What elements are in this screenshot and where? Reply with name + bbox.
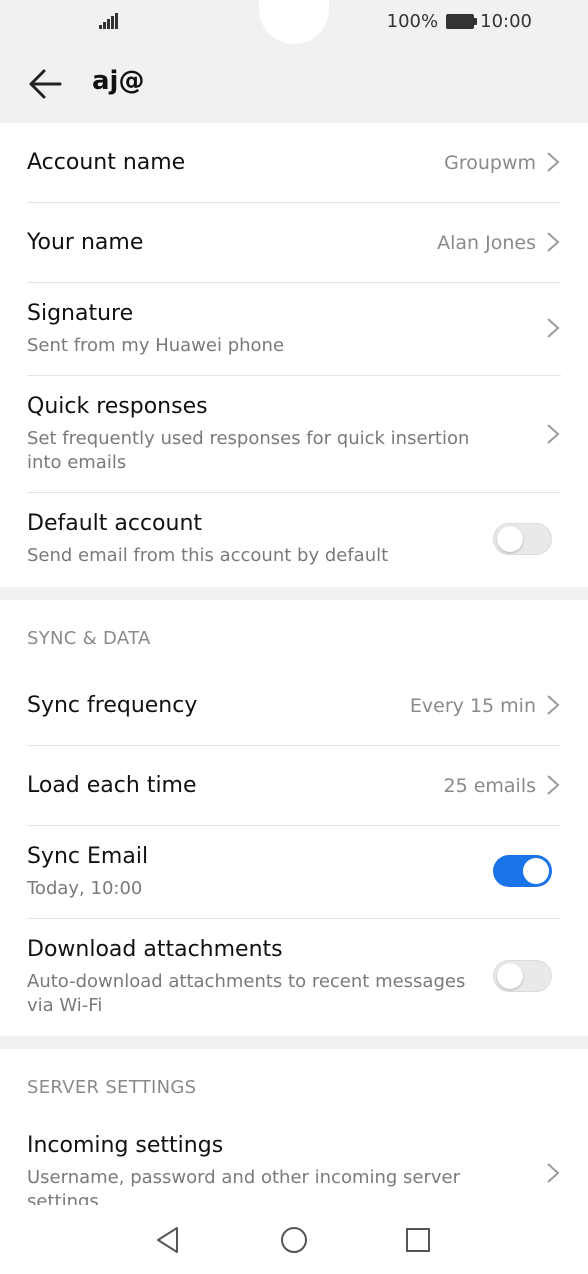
- quick-responses-row[interactable]: Quick responses Set frequently used resp…: [0, 376, 588, 493]
- download-attachments-title: Download attachments: [27, 937, 283, 962]
- back-arrow-icon[interactable]: [26, 64, 66, 104]
- battery-icon: [446, 14, 478, 29]
- app-header: aj@: [0, 48, 588, 123]
- section-separator: [0, 587, 588, 600]
- toggle-knob: [523, 858, 549, 884]
- load-each-time-value: 25 emails: [443, 775, 536, 797]
- chevron-right-icon: [547, 232, 560, 252]
- chevron-right-icon: [547, 318, 560, 338]
- sync-email-subtitle: Today, 10:00: [27, 878, 143, 899]
- section-separator: [0, 1036, 588, 1049]
- camera-notch: [259, 0, 329, 44]
- signature-title: Signature: [27, 301, 134, 326]
- toggle-knob: [497, 963, 523, 989]
- your-name-title: Your name: [27, 230, 144, 255]
- status-right: 100% 10:00: [387, 11, 532, 32]
- load-each-time-title: Load each time: [27, 773, 197, 798]
- quick-responses-subtitle: Set frequently used responses for quick …: [27, 428, 470, 473]
- chevron-right-icon: [547, 424, 560, 444]
- signature-subtitle: Sent from my Huawei phone: [27, 335, 285, 356]
- your-name-value: Alan Jones: [437, 232, 536, 254]
- phone-screen: 100% 10:00 aj@ Account name Groupwm Your…: [0, 0, 588, 1274]
- sync-email-row[interactable]: Sync Email Today, 10:00: [0, 826, 588, 919]
- section-label-server-settings: SERVER SETTINGS: [27, 1077, 197, 1098]
- default-account-row[interactable]: Default account Send email from this acc…: [0, 493, 588, 587]
- account-name-title: Account name: [27, 150, 186, 175]
- default-account-toggle[interactable]: [493, 523, 552, 555]
- account-name-row[interactable]: Account name Groupwm: [0, 123, 588, 203]
- system-nav-bar: [0, 1205, 588, 1274]
- your-name-row[interactable]: Your name Alan Jones: [0, 203, 588, 283]
- signature-row[interactable]: Signature Sent from my Huawei phone: [0, 283, 588, 376]
- default-account-subtitle: Send email from this account by default: [27, 545, 389, 566]
- quick-responses-title: Quick responses: [27, 394, 208, 419]
- account-name-value: Groupwm: [444, 152, 536, 174]
- status-bar: 100% 10:00: [0, 0, 588, 48]
- chevron-right-icon: [547, 695, 560, 715]
- load-each-time-row[interactable]: Load each time 25 emails: [0, 746, 588, 826]
- download-attachments-toggle[interactable]: [493, 960, 552, 992]
- recents-square-icon[interactable]: [401, 1223, 435, 1257]
- battery-percent: 100%: [386, 11, 439, 32]
- sync-email-toggle[interactable]: [493, 855, 552, 887]
- download-attachments-subtitle: Auto-download attachments to recent mess…: [27, 971, 466, 1016]
- toggle-knob: [497, 526, 523, 552]
- sync-frequency-row[interactable]: Sync frequency Every 15 min: [0, 666, 588, 746]
- settings-list: Account name Groupwm Your name Alan Jone…: [0, 123, 588, 1205]
- sync-frequency-value: Every 15 min: [409, 695, 536, 717]
- page-title: aj@: [92, 66, 145, 96]
- incoming-settings-row[interactable]: Incoming settings Username, password and…: [0, 1115, 588, 1205]
- default-account-title: Default account: [27, 511, 203, 536]
- incoming-settings-title: Incoming settings: [27, 1133, 224, 1158]
- sync-email-title: Sync Email: [27, 844, 149, 869]
- home-circle-icon[interactable]: [277, 1223, 311, 1257]
- chevron-right-icon: [547, 775, 560, 795]
- section-label-sync-data: SYNC & DATA: [27, 628, 151, 649]
- back-triangle-icon[interactable]: [152, 1223, 186, 1257]
- incoming-settings-subtitle: Username, password and other incoming se…: [27, 1167, 461, 1205]
- chevron-right-icon: [547, 1163, 560, 1183]
- signal-icon: [99, 13, 119, 29]
- download-attachments-row[interactable]: Download attachments Auto-download attac…: [0, 919, 588, 1036]
- clock: 10:00: [480, 11, 532, 32]
- chevron-right-icon: [547, 152, 560, 172]
- sync-frequency-title: Sync frequency: [27, 693, 198, 718]
